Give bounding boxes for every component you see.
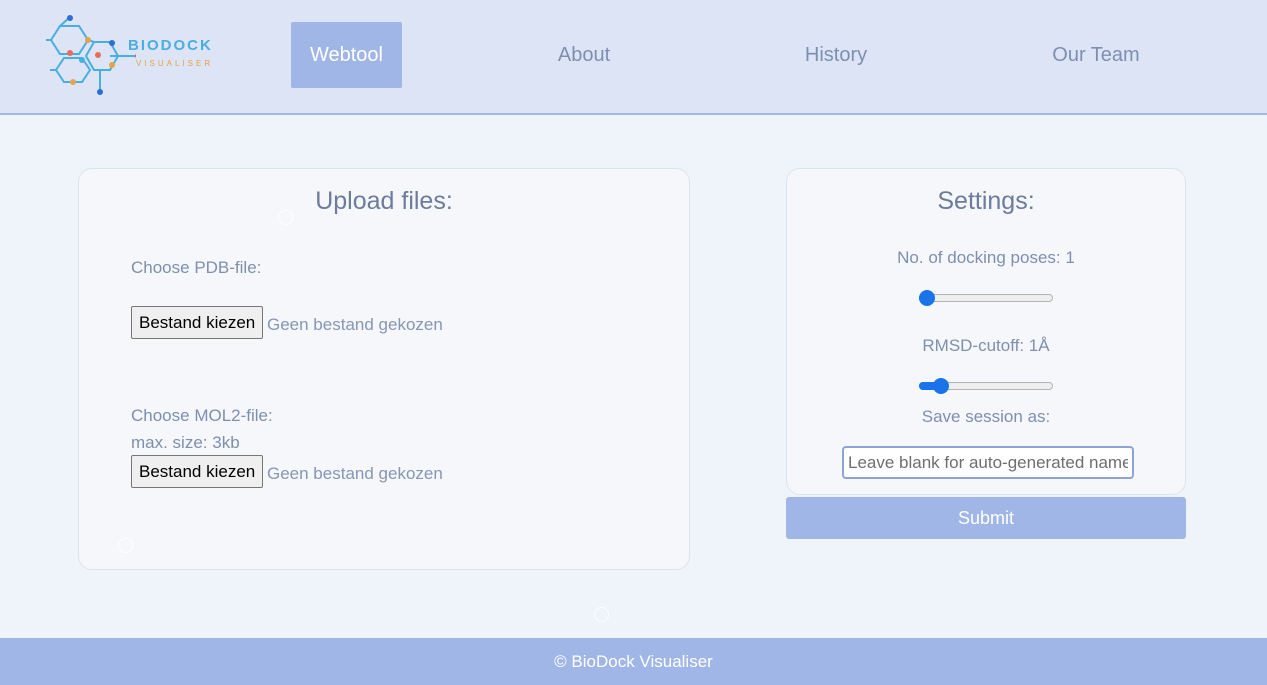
pdb-file-status: Geen bestand gekozen bbox=[267, 315, 443, 334]
biodock-logo[interactable]: BIODOCK VISUALISER bbox=[46, 12, 216, 100]
submit-button[interactable]: Submit bbox=[786, 497, 1186, 539]
rmsd-cutoff-label: RMSD-cutoff: 1Å bbox=[922, 336, 1050, 355]
rmsd-cutoff-slider[interactable] bbox=[919, 378, 1053, 394]
bubble-decoration bbox=[278, 210, 293, 225]
mol2-file-label: Choose MOL2-file: bbox=[131, 406, 273, 425]
pdb-file-button[interactable]: Bestand kiezen bbox=[131, 306, 264, 339]
nav-history[interactable]: History bbox=[780, 22, 892, 88]
logo-subtitle: VISUALISER bbox=[136, 59, 214, 68]
mol2-file-button[interactable]: Bestand kiezen bbox=[131, 455, 264, 488]
logo-title: BIODOCK bbox=[128, 37, 213, 54]
mol2-size-hint: max. size: 3kb bbox=[131, 433, 240, 452]
header: BIODOCK VISUALISER Webtool About History… bbox=[0, 0, 1267, 115]
nav-our-team[interactable]: Our Team bbox=[1040, 22, 1152, 88]
slider-track bbox=[919, 294, 1053, 302]
nav-webtool[interactable]: Webtool bbox=[291, 22, 402, 88]
save-session-label: Save session as: bbox=[921, 407, 1051, 426]
footer: © BioDock Visualiser bbox=[0, 638, 1267, 685]
bubble-decoration bbox=[118, 538, 133, 553]
mol2-file-status: Geen bestand gekozen bbox=[267, 464, 443, 483]
slider-thumb[interactable] bbox=[919, 290, 935, 306]
docking-poses-label: No. of docking poses: 1 bbox=[897, 248, 1075, 267]
pdb-file-label: Choose PDB-file: bbox=[131, 258, 262, 277]
docking-poses-slider[interactable] bbox=[919, 290, 1053, 306]
bubble-decoration bbox=[594, 607, 609, 622]
molecule-logo-icon bbox=[46, 15, 136, 95]
settings-title: Settings: bbox=[937, 187, 1035, 215]
slider-thumb[interactable] bbox=[933, 378, 950, 394]
session-name-input[interactable] bbox=[842, 446, 1134, 479]
upload-title: Upload files: bbox=[315, 187, 453, 215]
upload-files-card: Upload files: Choose PDB-file: Bestand k… bbox=[78, 168, 690, 570]
nav-about[interactable]: About bbox=[528, 22, 640, 88]
footer-copyright: © BioDock Visualiser bbox=[554, 651, 713, 671]
